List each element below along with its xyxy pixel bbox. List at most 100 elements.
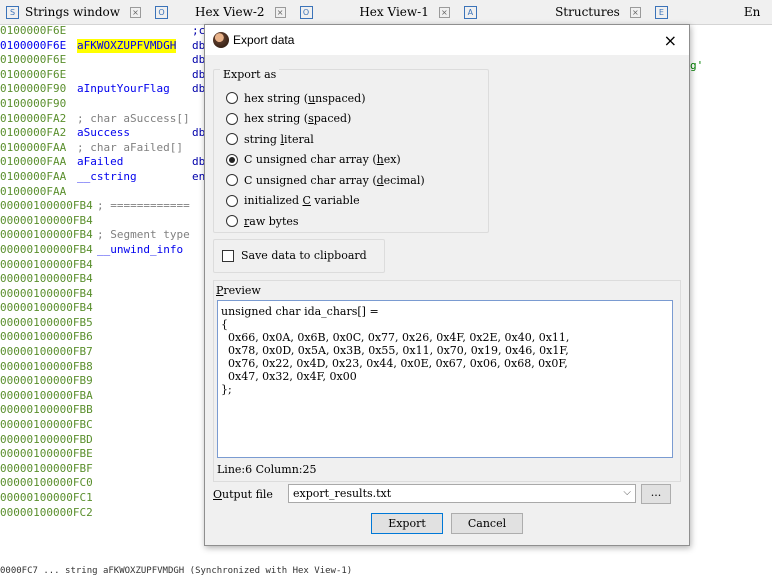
radio-label: raw bytes: [244, 214, 299, 228]
radio-label: string literal: [244, 132, 314, 146]
listing-label[interactable]: aFailed: [77, 155, 123, 170]
listing-address: 00000100000FB4: [0, 301, 93, 315]
listing-address: 00000100000FC0: [0, 476, 93, 490]
listing-address: 00000100000FB4: [0, 228, 93, 242]
listing-address: 00000100000FB4: [0, 213, 93, 227]
radio-circle[interactable]: [226, 133, 238, 145]
radio-label: C unsigned char array (hex): [244, 153, 401, 166]
listing-label[interactable]: aSuccess: [77, 126, 130, 141]
listing-address: 0100000FA2: [0, 126, 67, 140]
listing-comment: ; ============: [97, 199, 190, 213]
hex-view-icon: O: [299, 5, 313, 19]
tab-hex-view-1[interactable]: Hex View-1 × A: [353, 0, 529, 24]
cancel-button[interactable]: Cancel: [451, 513, 523, 534]
listing-address: 00000100000FBD: [0, 432, 93, 446]
tab-label: Hex View-2: [195, 5, 265, 19]
listing-address: 00000100000FC1: [0, 491, 93, 504]
radio-circle[interactable]: [226, 112, 238, 125]
tab-label: En: [743, 5, 761, 19]
export-format-radio[interactable]: raw bytes: [226, 211, 299, 231]
tab-bar: S Strings window × O Hex View-2 × O Hex …: [0, 0, 772, 25]
radio-circle[interactable]: [226, 215, 238, 227]
chevron-down-icon[interactable]: ⌵: [623, 487, 631, 498]
browse-button[interactable]: ...: [641, 484, 671, 504]
dialog-title: Export data: [233, 33, 295, 47]
listing-address: 00000100000FB4: [0, 286, 93, 300]
tab-hex-view-2[interactable]: Hex View-2 × O: [189, 0, 353, 24]
listing-address: 00000100000FB9: [0, 374, 93, 388]
radio-circle[interactable]: [226, 174, 238, 186]
tab-label: Structures: [555, 5, 620, 19]
listing-label[interactable]: aFKWOXZUPFVMDGH: [77, 38, 177, 54]
radio-circle[interactable]: [226, 92, 238, 104]
listing-address: 0100000FA2: [0, 111, 67, 125]
save-clipboard-label: Save data to clipboard: [241, 249, 367, 262]
dialog-titlebar: Export data ×: [205, 25, 689, 55]
tab-close-icon[interactable]: ×: [629, 6, 641, 18]
listing-address: 0100000FAA: [0, 140, 67, 154]
listing-address: 0100000FAA: [0, 155, 67, 169]
listing-comment: ; char aFailed[]: [77, 140, 183, 154]
tab-close-icon[interactable]: ×: [438, 6, 450, 18]
export-data-dialog: Export data × Export as hex string (unsp…: [204, 24, 690, 546]
preview-textarea[interactable]: unsigned char ida_chars[] = { 0x66, 0x0A…: [217, 300, 673, 458]
ida-app-icon: [213, 32, 229, 48]
hex-view-icon: O: [155, 5, 169, 19]
radio-circle[interactable]: [226, 153, 238, 166]
listing-address: 00000100000FB4: [0, 257, 93, 271]
listing-address: 0100000FAA: [0, 184, 67, 198]
radio-label: initialized C variable: [244, 194, 360, 207]
strings-window-icon: S: [6, 5, 19, 19]
radio-label: hex string (unspaced): [244, 91, 366, 105]
listing-address: 00000100000FBE: [0, 447, 93, 461]
close-icon[interactable]: ×: [664, 31, 677, 50]
tab-label: Strings window: [25, 5, 121, 19]
listing-address: 0100000F6E: [0, 67, 67, 81]
listing-address: 00000100000FB4: [0, 242, 93, 256]
listing-comment: ; Segment type: [97, 228, 190, 242]
preview-label: Preview: [216, 284, 261, 297]
export-format-radio[interactable]: C unsigned char array (hex): [226, 150, 401, 170]
radio-label: C unsigned char array (decimal): [244, 173, 425, 187]
listing-address: 0100000F90: [0, 96, 67, 110]
listing-label[interactable]: __unwind_info: [97, 243, 183, 258]
listing-address: 00000100000FB6: [0, 330, 93, 344]
export-button[interactable]: Export: [371, 513, 443, 534]
listing-address: 0100000F90: [0, 82, 67, 96]
listing-label[interactable]: __cstring: [77, 170, 137, 185]
export-format-radio[interactable]: initialized C variable: [226, 191, 360, 211]
listing-address: 0100000F6E: [0, 53, 67, 67]
radio-circle[interactable]: [226, 194, 238, 207]
listing-address: 00000100000FB4: [0, 272, 93, 286]
listing-label[interactable]: aInputYourFlag: [77, 82, 170, 97]
output-file-select[interactable]: export_results.txt ⌵: [288, 484, 636, 503]
listing-address: 0100000F6E: [0, 24, 67, 37]
tab-structures[interactable]: Structures × E: [529, 0, 722, 24]
output-file-label: Output file: [213, 488, 273, 501]
export-format-radio[interactable]: string literal: [226, 129, 314, 149]
export-as-group: Export as hex string (unspaced) hex strin…: [213, 68, 489, 233]
listing-address: 00000100000FBA: [0, 388, 93, 402]
export-format-radio[interactable]: C unsigned char array (decimal): [226, 170, 425, 190]
export-format-radio[interactable]: hex string (spaced): [226, 109, 351, 129]
tab-enums[interactable]: En: [722, 0, 772, 24]
checkbox-box[interactable]: [222, 249, 234, 262]
listing-comment: ; char aSuccess[]: [77, 111, 190, 125]
tab-strings-window[interactable]: S Strings window × O: [0, 0, 189, 24]
listing-address: 0100000FAA: [0, 169, 67, 183]
structures-icon: A: [463, 5, 477, 19]
listing-fragment: g': [690, 59, 704, 72]
tab-close-icon[interactable]: ×: [130, 6, 142, 18]
cursor-position: Line:6 Column:25: [217, 463, 317, 476]
listing-address: 00000100000FB4: [0, 199, 93, 213]
radio-label: hex string (spaced): [244, 112, 352, 125]
tab-close-icon[interactable]: ×: [274, 6, 286, 18]
save-clipboard-checkbox[interactable]: Save data to clipboard: [222, 249, 367, 262]
listing-address: 00000100000FBF: [0, 461, 93, 475]
listing-address: 00000100000FC2: [0, 505, 93, 519]
preview-group: Preview unsigned char ida_chars[] = { 0x…: [213, 280, 681, 482]
listing-address: 00000100000FBC: [0, 418, 93, 432]
export-format-radio[interactable]: hex string (unspaced): [226, 88, 366, 108]
listing-address: 00000100000FB7: [0, 345, 93, 359]
listing-address: 0100000F6E: [0, 38, 67, 52]
